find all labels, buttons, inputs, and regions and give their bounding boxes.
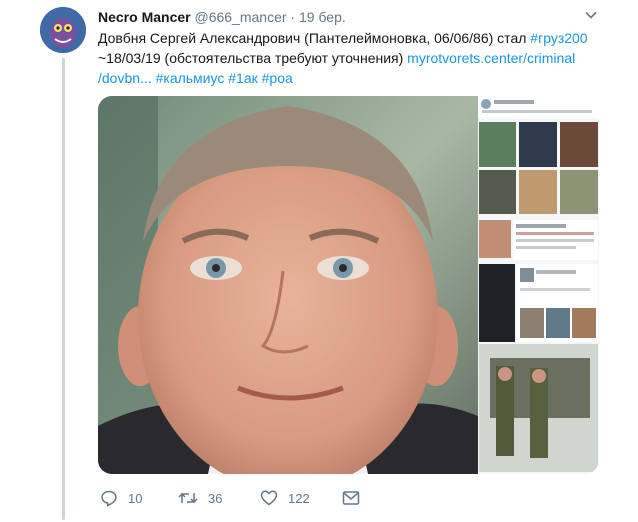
text-part: Довбня Сергей Александрович (Пантелеймон… [98, 30, 531, 46]
hashtag-link[interactable]: #1ак [228, 70, 257, 86]
screenshot-collage[interactable] [478, 96, 599, 474]
tweet-header: Necro Mancer @666_mancer · 19 бер. [98, 8, 346, 26]
hashtag-link[interactable]: #груз200 [530, 30, 587, 46]
text-part: ~18/03/19 (обстоятельства требуют уточне… [98, 50, 408, 66]
thread-line [62, 58, 65, 520]
reply-icon [101, 490, 117, 507]
url-link[interactable]: /dovbn... [98, 70, 152, 86]
retweet-icon [178, 492, 198, 504]
avatar[interactable] [40, 7, 86, 53]
url-link[interactable]: myrotvorets.center/criminal [407, 50, 575, 66]
separator-dot: · [290, 9, 296, 25]
retweet-button[interactable]: 36 [178, 486, 222, 510]
tweet-media[interactable] [98, 96, 599, 474]
like-count: 122 [288, 490, 310, 506]
heart-icon [260, 490, 278, 506]
author-name[interactable]: Necro Mancer [98, 9, 191, 25]
dm-button[interactable] [342, 486, 370, 510]
reply-count: 10 [128, 490, 143, 506]
reply-button[interactable]: 10 [100, 486, 142, 510]
like-button[interactable]: 122 [260, 486, 310, 510]
author-handle[interactable]: @666_mancer [194, 9, 286, 25]
tweet-text: Довбня Сергей Александрович (Пантелеймон… [98, 28, 598, 88]
hashtag-link[interactable]: #роа [262, 70, 293, 86]
portrait-photo[interactable] [98, 96, 478, 474]
chevron-down-icon[interactable] [584, 8, 598, 22]
tweet-actions: 10 36 122 [98, 486, 598, 510]
envelope-icon [342, 491, 360, 505]
tweet-time[interactable]: 19 бер. [299, 9, 346, 25]
retweet-count: 36 [208, 490, 223, 506]
hashtag-link[interactable]: #кальмиус [156, 70, 225, 86]
